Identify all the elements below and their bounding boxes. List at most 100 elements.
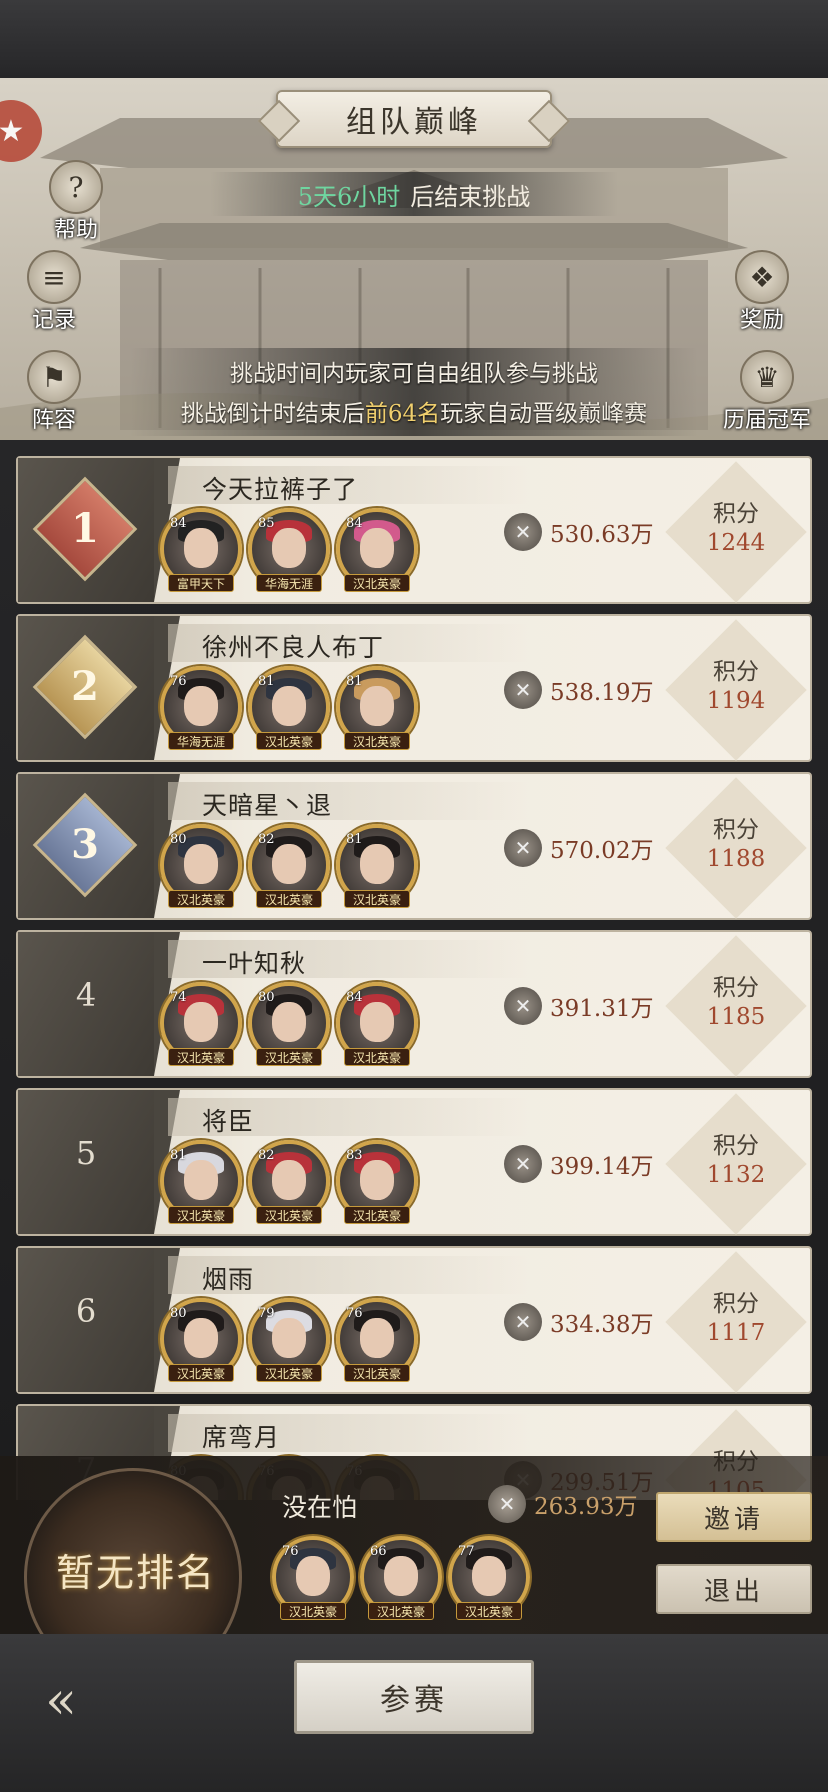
hero-level: 80: [170, 832, 187, 847]
hero-avatar[interactable]: 84 汉北英豪: [336, 508, 418, 592]
hero-avatar[interactable]: 84 富甲天下: [160, 508, 242, 592]
team-power: ✕ 334.38万: [504, 1302, 653, 1342]
score-label: 积分: [713, 1133, 759, 1159]
rank-medal: 3: [32, 792, 138, 898]
question-icon: ?: [49, 160, 103, 214]
team-name: 席弯月: [202, 1423, 281, 1452]
my-rank-text: 暂无排名: [55, 1551, 216, 1595]
notice-line-2: 挑战倒计时结束后前64名玩家自动晋级巅峰赛: [130, 394, 698, 428]
hero-title-tag: 汉北英豪: [168, 890, 234, 908]
hero-avatar[interactable]: 81 汉北英豪: [336, 824, 418, 908]
rank-panel: 3: [18, 774, 180, 918]
team-name: 烟雨: [202, 1265, 255, 1294]
my-hero-avatar[interactable]: 76 汉北英豪: [272, 1536, 354, 1620]
my-power-value: 263.93万: [534, 1494, 638, 1520]
hero-avatar[interactable]: 80 汉北英豪: [248, 982, 330, 1066]
join-button[interactable]: 参赛: [294, 1660, 534, 1734]
score-value: 1132: [706, 1162, 766, 1188]
hero-face: [184, 1002, 218, 1042]
hero-face: [184, 844, 218, 884]
ranking-row[interactable]: 1 今天拉裤子了 ✕ 530.63万 积分 1244 84 富甲天下 85 华海无涯 84 汉北英豪: [16, 456, 812, 604]
hero-title-tag: 汉北英豪: [256, 732, 322, 750]
rank-number: 4: [75, 976, 97, 1014]
score-value: 1194: [706, 688, 766, 714]
hero-avatar[interactable]: 76 华海无涯: [160, 666, 242, 750]
quit-button[interactable]: 退出: [656, 1564, 812, 1614]
invite-button[interactable]: 邀请: [656, 1492, 812, 1542]
score-value: 1188: [706, 846, 766, 872]
rank-number: 6: [75, 1292, 97, 1330]
hero-avatar[interactable]: 83 汉北英豪: [336, 1140, 418, 1224]
hero-avatar[interactable]: 81 汉北英豪: [336, 666, 418, 750]
power-value: 570.02万: [550, 838, 654, 864]
hero-face: [184, 1160, 218, 1200]
ranking-row[interactable]: 5 将臣 ✕ 399.14万 积分 1132 81 汉北英豪 82 汉北英豪 83 汉北英豪: [16, 1088, 812, 1236]
hero-avatar[interactable]: 81 汉北英豪: [248, 666, 330, 750]
notice-highlight: 前64名: [364, 401, 441, 427]
score-value: 1244: [706, 530, 766, 556]
hero-title-tag: 汉北英豪: [344, 1048, 410, 1066]
champions-button[interactable]: ♛ 历届冠军: [714, 350, 820, 446]
hero-face: [360, 844, 394, 884]
hero-avatar[interactable]: 79 汉北英豪: [248, 1298, 330, 1382]
power-value: 391.31万: [550, 996, 654, 1022]
hero-title-tag: 汉北英豪: [256, 1206, 322, 1224]
help-button[interactable]: ? 帮助: [28, 160, 124, 256]
rank-number: 5: [75, 1134, 97, 1172]
trophy-icon: ♛: [740, 350, 794, 404]
my-hero-avatar[interactable]: 66 汉北英豪: [360, 1536, 442, 1620]
scroll-icon: ≡: [27, 250, 81, 304]
ranking-list[interactable]: 1 今天拉裤子了 ✕ 530.63万 积分 1244 84 富甲天下 85 华海无涯 84 汉北英豪 2…: [16, 456, 812, 1500]
hero-title-tag: 汉北英豪: [256, 1364, 322, 1382]
hero-level: 84: [346, 990, 363, 1005]
rank-panel: 6: [18, 1248, 180, 1392]
crossed-swords-icon: ✕: [488, 1485, 526, 1523]
hero-avatar[interactable]: 74 汉北英豪: [160, 982, 242, 1066]
back-arrow-icon[interactable]: «: [18, 1664, 104, 1738]
hero-avatar[interactable]: 76 汉北英豪: [336, 1298, 418, 1382]
hero-face: [296, 1556, 330, 1596]
reward-button[interactable]: ❖ 奖励: [714, 250, 810, 346]
my-team-power: ✕ 263.93万: [488, 1484, 637, 1524]
hero-face: [384, 1556, 418, 1596]
hero-avatar[interactable]: 82 汉北英豪: [248, 824, 330, 908]
team-power: ✕ 570.02万: [504, 828, 653, 868]
reward-label: 奖励: [739, 308, 784, 333]
ranking-row[interactable]: 3 天暗星丶退 ✕ 570.02万 积分 1188 80 汉北英豪 82 汉北英豪 81 汉北英豪: [16, 772, 812, 920]
hero-avatar[interactable]: 82 汉北英豪: [248, 1140, 330, 1224]
score-label: 积分: [713, 1291, 759, 1317]
rank-number: 1: [71, 505, 99, 552]
hero-title-tag: 汉北英豪: [344, 574, 410, 592]
lineup-label: 阵容: [31, 408, 76, 433]
hero-title-tag: 汉北英豪: [168, 1206, 234, 1224]
hero-avatar[interactable]: 80 汉北英豪: [160, 1298, 242, 1382]
record-button[interactable]: ≡ 记录: [6, 250, 102, 346]
hero-face: [184, 686, 218, 726]
ranking-row[interactable]: 4 一叶知秋 ✕ 391.31万 积分 1185 74 汉北英豪 80 汉北英豪 84 汉北英豪: [16, 930, 812, 1078]
hero-level: 74: [170, 990, 187, 1005]
hero-avatar[interactable]: 80 汉北英豪: [160, 824, 242, 908]
my-hero-avatar[interactable]: 77 汉北英豪: [448, 1536, 530, 1620]
score-value: 1185: [706, 1004, 766, 1030]
team-power: ✕ 391.31万: [504, 986, 653, 1026]
crossed-swords-icon: ✕: [504, 829, 542, 867]
team-name: 徐州不良人布丁: [202, 633, 385, 662]
crossed-swords-icon: ✕: [504, 671, 542, 709]
countdown-bar: 5天6小时 后结束挑战: [210, 172, 618, 216]
hero-level: 81: [170, 1148, 187, 1163]
crossed-swords-icon: ✕: [504, 1303, 542, 1341]
hero-avatar[interactable]: 81 汉北英豪: [160, 1140, 242, 1224]
top-bar: [0, 0, 828, 78]
power-value: 530.63万: [550, 522, 654, 548]
hero-level: 79: [258, 1306, 275, 1321]
rank-number: 3: [71, 821, 99, 868]
hero-face: [184, 1318, 218, 1358]
ranking-row[interactable]: 2 徐州不良人布丁 ✕ 538.19万 积分 1194 76 华海无涯 81 汉北英豪 81 汉北英豪: [16, 614, 812, 762]
hero-avatar[interactable]: 85 华海无涯: [248, 508, 330, 592]
lineup-button[interactable]: ⚑ 阵容: [6, 350, 102, 446]
ranking-row[interactable]: 6 烟雨 ✕ 334.38万 积分 1117 80 汉北英豪 79 汉北英豪 76 汉北英豪: [16, 1246, 812, 1394]
hero-level: 76: [346, 1306, 363, 1321]
hero-face: [272, 686, 306, 726]
hero-avatar[interactable]: 84 汉北英豪: [336, 982, 418, 1066]
team-power: ✕ 530.63万: [504, 512, 653, 552]
